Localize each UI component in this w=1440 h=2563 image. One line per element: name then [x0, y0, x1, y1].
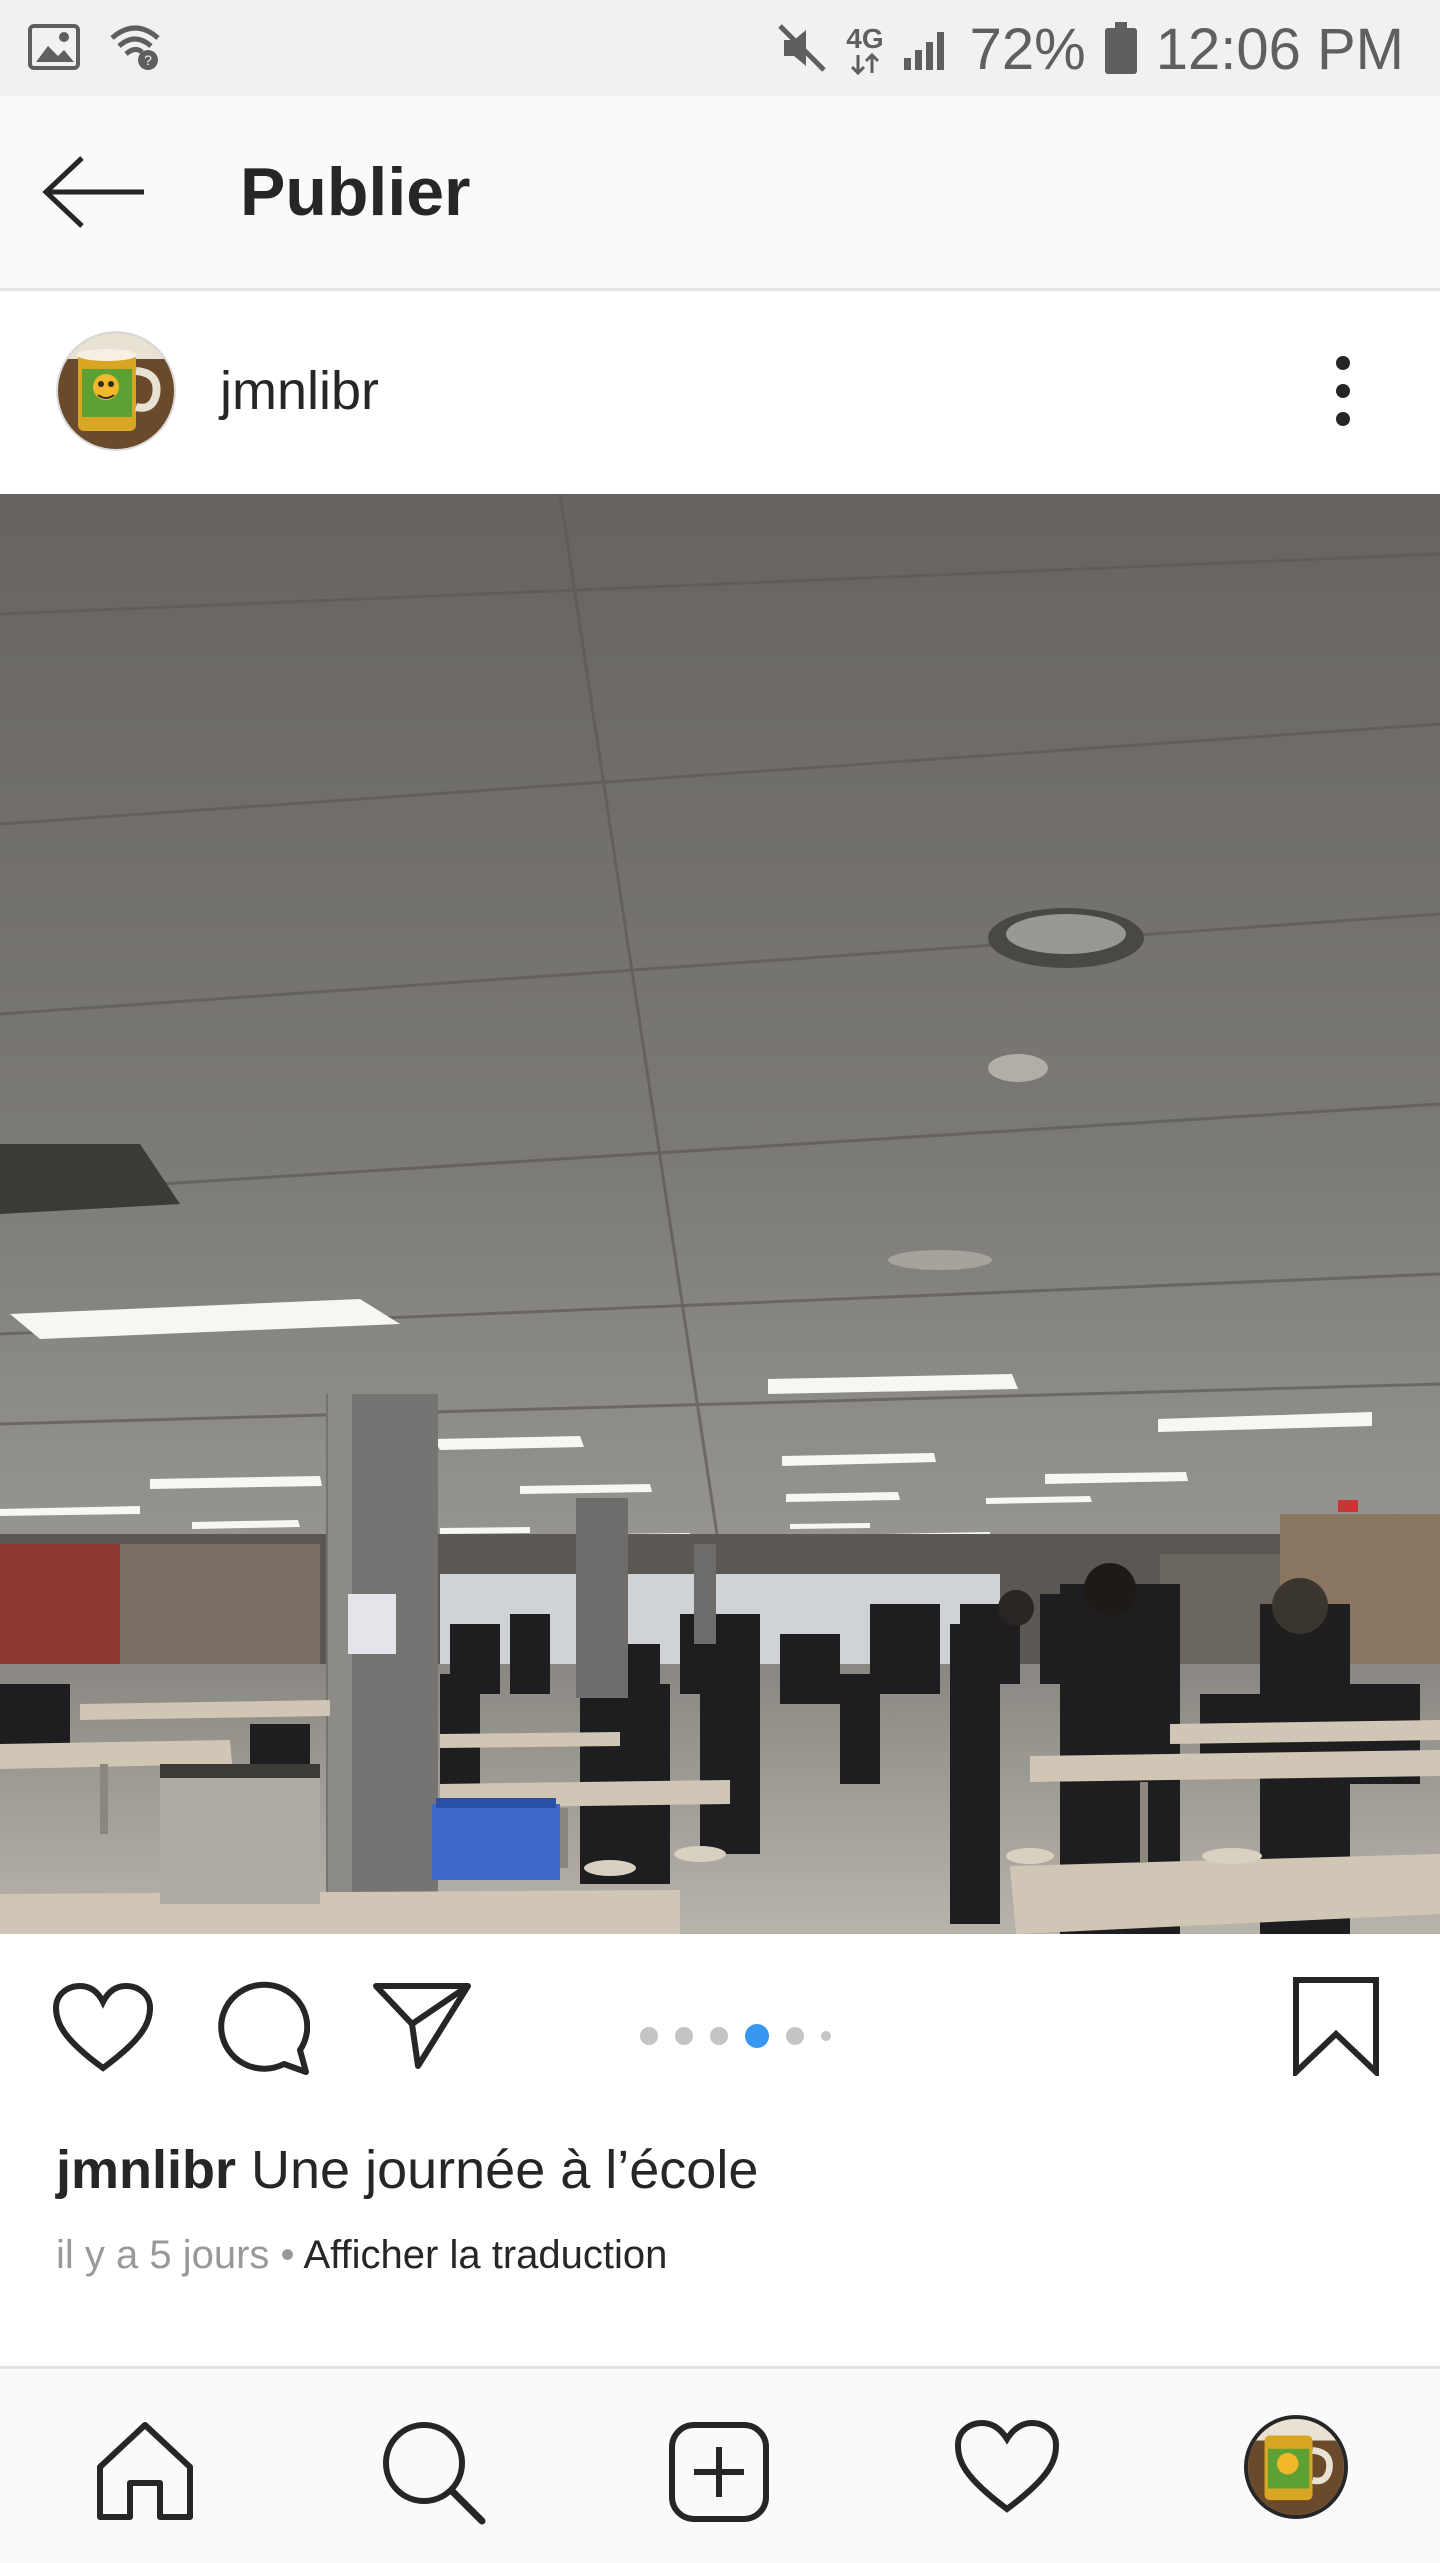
- nav-add-post[interactable]: [664, 2417, 774, 2527]
- nav-activity[interactable]: [952, 2417, 1062, 2527]
- home-icon: [97, 2422, 193, 2520]
- network-type: 4G: [846, 25, 884, 75]
- carousel-dot: [710, 2027, 728, 2045]
- caption-text: Une journée à l’école: [251, 2140, 759, 2200]
- translate-link[interactable]: Afficher la traduction: [303, 2233, 667, 2277]
- signal-icon: [902, 24, 952, 77]
- share-icon: [373, 1983, 471, 2069]
- app-header: Publier: [0, 96, 1440, 291]
- caption-username[interactable]: jmnlibr: [56, 2140, 236, 2200]
- post-meta: il y a 5 jours • Afficher la traduction: [56, 2230, 667, 2280]
- post-header: jmnlibr: [0, 291, 1440, 494]
- back-button[interactable]: [40, 152, 150, 232]
- carousel-dot: [786, 2027, 804, 2045]
- avatar[interactable]: [56, 331, 176, 451]
- cafeteria-photo: [0, 494, 1440, 1934]
- more-options-button[interactable]: [1318, 349, 1368, 433]
- nav-home[interactable]: [90, 2417, 200, 2527]
- post-actions: [0, 1934, 1440, 2114]
- gallery-icon: [28, 24, 80, 75]
- post-image[interactable]: [0, 494, 1440, 1934]
- meta-separator: •: [280, 2233, 295, 2277]
- battery-icon: [1104, 21, 1138, 79]
- search-icon: [383, 2422, 486, 2525]
- comment-button[interactable]: [214, 1980, 311, 2081]
- add-post-icon: [669, 2422, 769, 2522]
- bookmark-icon: [1293, 1977, 1379, 2079]
- carousel-dot: [675, 2027, 693, 2045]
- nav-profile[interactable]: [1244, 2415, 1348, 2519]
- post-timestamp: il y a 5 jours: [56, 2233, 270, 2277]
- page-title: Publier: [240, 154, 471, 230]
- post-username[interactable]: jmnlibr: [220, 359, 379, 423]
- bottom-navigation: [0, 2366, 1440, 2563]
- svg-text:?: ?: [144, 52, 152, 68]
- mute-icon: [776, 22, 828, 79]
- vertical-dots-icon: [1336, 356, 1350, 426]
- like-icon: [52, 1982, 154, 2072]
- profile-avatar: [1248, 2419, 1344, 2515]
- save-button[interactable]: [1292, 1976, 1380, 2081]
- activity-heart-icon: [954, 2419, 1060, 2513]
- share-button[interactable]: [372, 1980, 472, 2077]
- battery-percent: 72%: [969, 17, 1086, 82]
- status-bar: ? 4G 72% 12:06 PM: [0, 0, 1440, 96]
- carousel-indicator: [640, 2024, 831, 2048]
- clock: 12:06 PM: [1155, 17, 1404, 82]
- arrow-left-icon: [42, 156, 144, 228]
- nav-search[interactable]: [378, 2417, 488, 2527]
- wifi-call-icon: ?: [108, 22, 162, 77]
- carousel-dot: [821, 2031, 831, 2041]
- carousel-dot: [640, 2027, 658, 2045]
- comment-icon: [218, 1981, 311, 2075]
- carousel-dot-active: [745, 2024, 769, 2048]
- post-caption: jmnlibr Une journée à l’école: [56, 2136, 758, 2204]
- like-button[interactable]: [52, 1982, 154, 2079]
